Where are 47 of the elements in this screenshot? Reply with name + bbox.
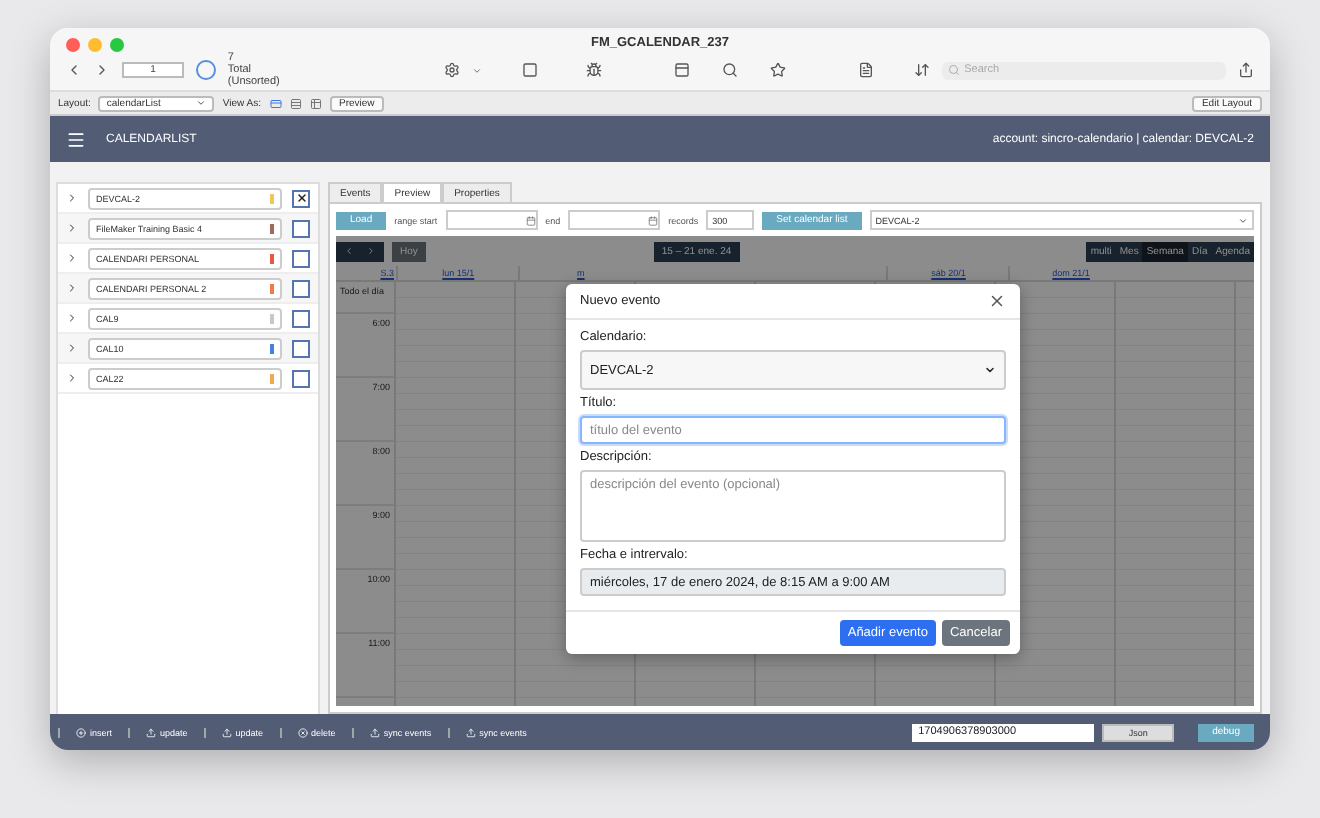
calendar-icon: [525, 215, 536, 225]
checkbox[interactable]: [292, 249, 310, 267]
caret-icon: [1238, 215, 1248, 225]
upload-icon: [369, 727, 380, 737]
star-icon[interactable]: [770, 62, 787, 78]
search-icon[interactable]: [722, 62, 739, 78]
window-icon[interactable]: [522, 62, 539, 78]
chevron-icon[interactable]: [66, 222, 78, 234]
calendar-icon: [648, 215, 659, 225]
checkbox[interactable]: [292, 369, 310, 387]
close-button[interactable]: [66, 38, 80, 52]
view-mode-icon[interactable]: [289, 97, 301, 109]
document-icon[interactable]: [858, 62, 875, 78]
menu-icon[interactable]: [66, 129, 86, 149]
forward-icon[interactable]: [94, 62, 110, 78]
caret-icon: [196, 97, 207, 107]
chevron-icon[interactable]: [66, 312, 78, 324]
settings-icon[interactable]: [444, 62, 461, 78]
checkbox[interactable]: [292, 189, 310, 207]
back-icon[interactable]: [66, 62, 82, 78]
checkbox[interactable]: [292, 309, 310, 327]
view-mode-icon[interactable]: [309, 97, 321, 109]
view-mode-icon[interactable]: [269, 97, 281, 109]
upload-icon: [465, 727, 476, 737]
upload-icon: [146, 727, 157, 737]
nav-buttons[interactable]: [336, 241, 384, 261]
delete-icon: [297, 727, 308, 737]
date-field[interactable]: [445, 210, 538, 230]
chevron-icon[interactable]: [66, 192, 78, 204]
x-mark-icon: [295, 192, 307, 204]
date-field[interactable]: [568, 210, 661, 230]
checkbox[interactable]: [292, 219, 310, 237]
bug-icon[interactable]: [586, 62, 603, 78]
plus-icon: [76, 727, 86, 737]
chevron-icon[interactable]: [66, 282, 78, 294]
sort-icon[interactable]: [914, 62, 931, 78]
share-icon[interactable]: [1238, 62, 1254, 78]
checkbox[interactable]: [292, 279, 310, 297]
caret-icon: [984, 364, 996, 376]
chevron-icon[interactable]: [66, 372, 78, 384]
upload-icon: [221, 727, 232, 737]
chevron-icon[interactable]: [66, 252, 78, 264]
checkbox[interactable]: [292, 339, 310, 357]
close-icon[interactable]: [988, 292, 1006, 310]
search-icon: [948, 64, 961, 76]
dropdown-icon[interactable]: [472, 65, 483, 75]
chevron-icon[interactable]: [66, 342, 78, 354]
